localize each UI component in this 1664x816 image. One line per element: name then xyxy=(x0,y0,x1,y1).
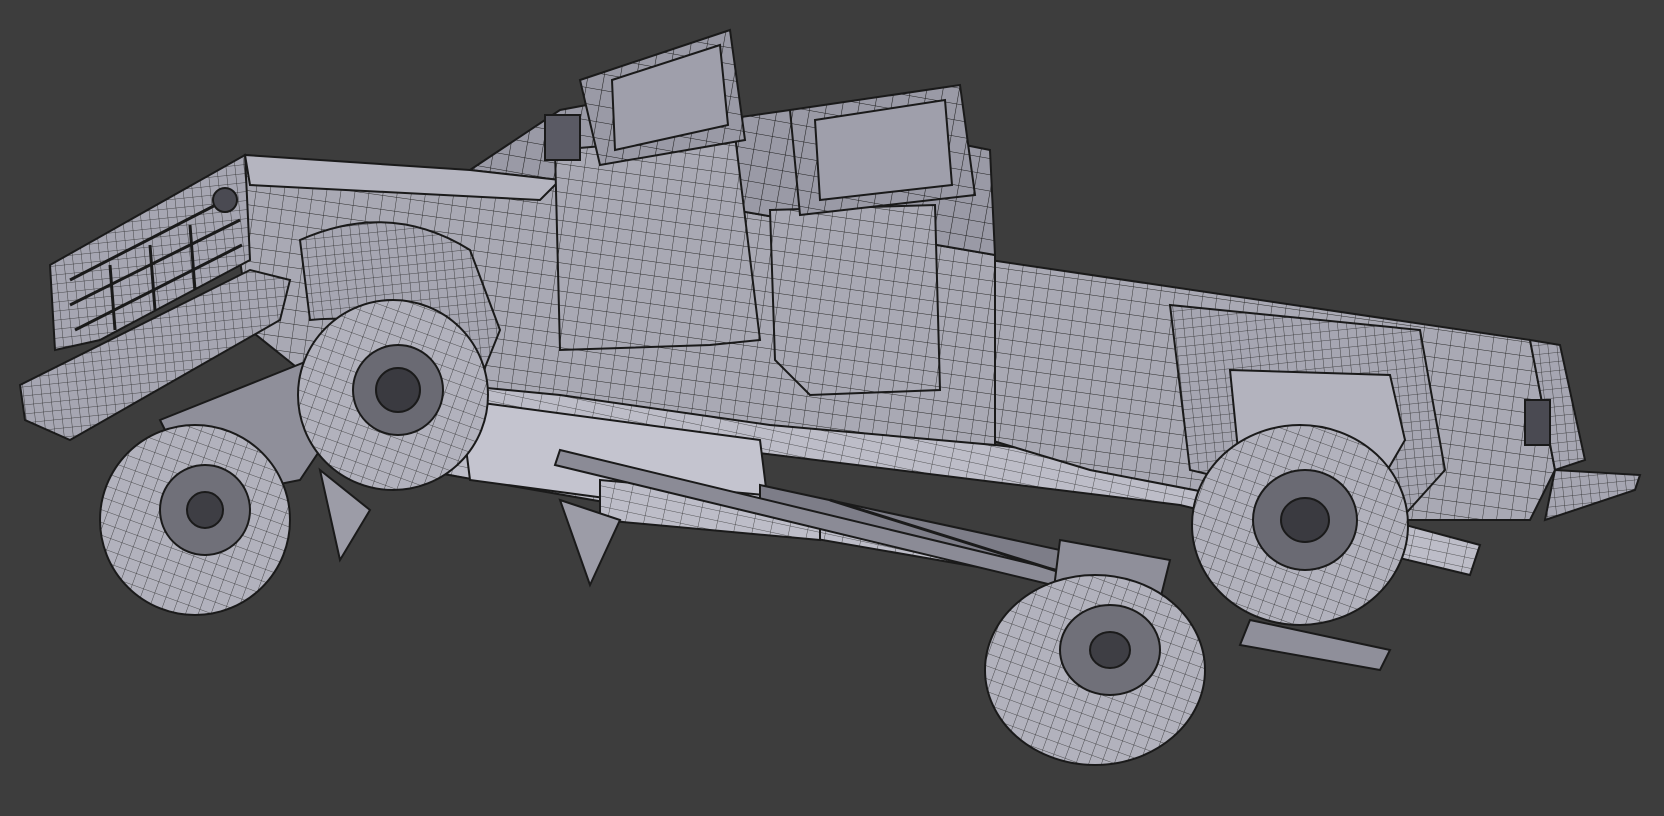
front-right-wheel xyxy=(297,299,489,491)
rear-left-wheel xyxy=(984,574,1206,766)
rear-right-wheel xyxy=(1191,424,1409,626)
side-mirror xyxy=(544,114,581,161)
3d-viewport[interactable] xyxy=(0,0,1664,816)
headlight xyxy=(212,187,238,213)
tail-light xyxy=(1524,399,1551,446)
rear-bumper xyxy=(1543,468,1642,522)
front-left-wheel xyxy=(99,424,291,616)
front-door[interactable] xyxy=(544,28,762,352)
truck-model[interactable] xyxy=(0,0,1664,816)
